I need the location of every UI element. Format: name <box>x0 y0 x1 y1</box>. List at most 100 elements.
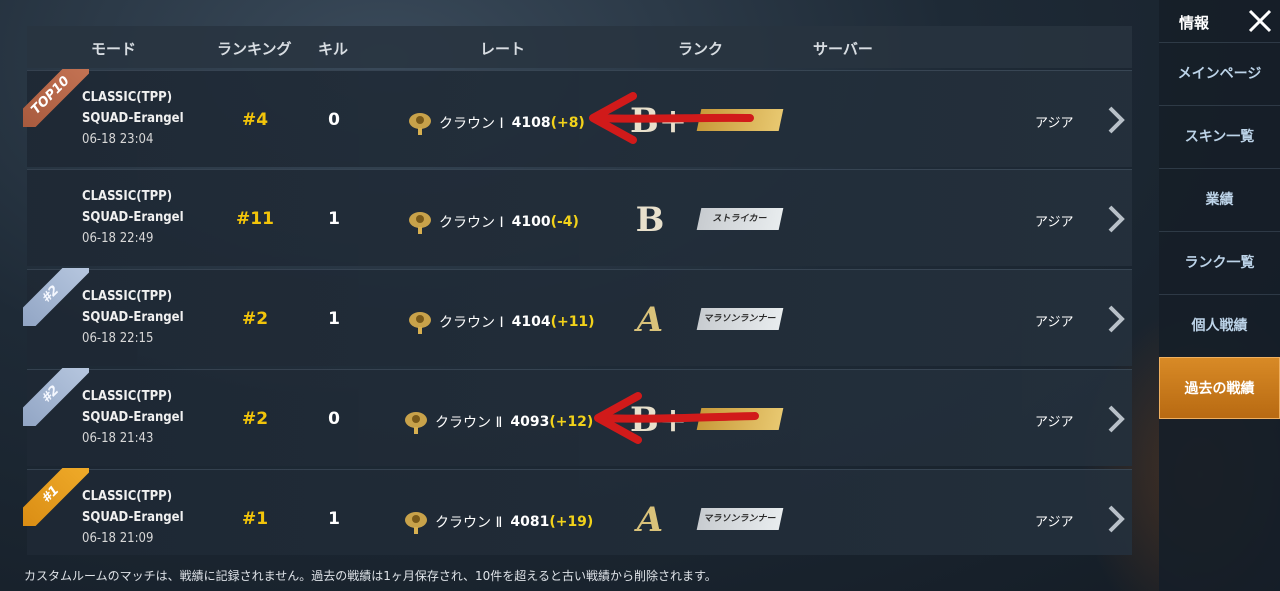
rate-info: クラウン Ⅰ 4104 (+11) <box>405 308 595 336</box>
header-server: サーバー <box>813 40 873 58</box>
rate-delta: (+11) <box>550 314 595 330</box>
match-row[interactable]: #1 CLASSIC(TPP) SQUAD-Erangel 06-18 21:0… <box>23 468 1132 555</box>
server-value: アジア <box>1035 415 1074 430</box>
sidebar-item-personal-stats[interactable]: 個人戦績 <box>1159 294 1280 356</box>
match-row[interactable]: #2 CLASSIC(TPP) SQUAD-Erangel 06-18 21:4… <box>23 368 1132 466</box>
chevron-right-icon[interactable] <box>1105 504 1127 534</box>
sidebar-item-ranks[interactable]: ランク一覧 <box>1159 231 1280 293</box>
match-time: 06-18 22:49 <box>82 231 154 246</box>
header-kills: キル <box>318 40 349 58</box>
sidebar-item-main-page[interactable]: メインページ <box>1159 42 1280 104</box>
mode-info: CLASSIC(TPP) SQUAD-Erangel 06-18 21:43 <box>82 386 184 449</box>
grade-letter: A <box>636 500 664 540</box>
ranking-value: #4 <box>241 110 269 130</box>
rate-info: クラウン Ⅱ 4093 (+12) <box>401 408 593 436</box>
server-value: アジア <box>1035 215 1074 230</box>
placement-badge: #1 <box>23 468 89 526</box>
title-plate: マラソンランナー <box>696 508 784 530</box>
rate-delta: (+12) <box>549 414 594 430</box>
crown-tier-icon <box>405 412 427 434</box>
title-plate <box>696 408 784 430</box>
rate-value: 4093 <box>510 414 550 430</box>
crown-tier-icon <box>409 212 431 234</box>
match-time: 06-18 23:04 <box>82 132 154 147</box>
match-row[interactable]: TOP10 CLASSIC(TPP) SQUAD-Erangel 06-18 2… <box>23 69 1132 167</box>
map-name: SQUAD-Erangel <box>82 410 184 425</box>
mode-name: CLASSIC(TPP) <box>82 90 173 105</box>
mode-info: CLASSIC(TPP) SQUAD-Erangel 06-18 22:15 <box>82 286 184 349</box>
crown-tier-icon <box>405 512 427 534</box>
sidebar-header: 情報 <box>1159 0 1280 42</box>
tier-label: クラウン Ⅱ <box>435 415 503 431</box>
sidebar-title: 情報 <box>1179 14 1210 32</box>
mode-info: CLASSIC(TPP) SQUAD-Erangel 06-18 21:09 <box>82 486 184 549</box>
rate-value: 4108 <box>511 115 551 131</box>
placement-badge: #2 <box>23 268 89 326</box>
mode-name: CLASSIC(TPP) <box>82 189 173 204</box>
header-ranking: ランキング <box>217 40 292 58</box>
map-name: SQUAD-Erangel <box>82 111 184 126</box>
chevron-right-icon[interactable] <box>1105 404 1127 434</box>
server-value: アジア <box>1035 116 1074 131</box>
map-name: SQUAD-Erangel <box>82 510 184 525</box>
rate-info: クラウン Ⅰ 4100 (-4) <box>405 208 579 236</box>
mode-name: CLASSIC(TPP) <box>82 389 173 404</box>
grade-letter: A <box>636 300 664 340</box>
chevron-right-icon[interactable] <box>1105 304 1127 334</box>
ranking-value: #2 <box>241 409 269 429</box>
ranking-value: #1 <box>241 509 269 529</box>
footer-note: カスタムルームのマッチは、戦績に記録されません。過去の戦績は1ヶ月保存され、10… <box>24 569 717 583</box>
grade-letter: B+ <box>630 101 688 141</box>
rate-value: 4104 <box>511 314 551 330</box>
server-value: アジア <box>1035 515 1074 530</box>
server-value: アジア <box>1035 315 1074 330</box>
tier-label: クラウン Ⅰ <box>439 315 504 331</box>
rate-delta: (+8) <box>550 115 585 131</box>
kills-value: 1 <box>328 209 340 229</box>
kills-value: 0 <box>328 110 340 130</box>
header-rank: ランク <box>678 40 724 58</box>
crown-tier-icon <box>409 113 431 135</box>
rate-info: クラウン Ⅰ 4108 (+8) <box>405 109 585 137</box>
rate-info: クラウン Ⅱ 4081 (+19) <box>401 508 593 536</box>
kills-value: 0 <box>328 409 340 429</box>
ranking-value: #11 <box>236 209 274 229</box>
sidebar-item-achievements[interactable]: 業績 <box>1159 168 1280 230</box>
kills-value: 1 <box>328 309 340 329</box>
crown-tier-icon <box>409 312 431 334</box>
title-plate: ストライカー <box>696 208 784 230</box>
mode-info: CLASSIC(TPP) SQUAD-Erangel 06-18 22:49 <box>82 186 184 249</box>
placement-badge: TOP10 <box>23 69 89 127</box>
kills-value: 1 <box>328 509 340 529</box>
placement-badge: #2 <box>23 368 89 426</box>
header-rate: レート <box>480 40 526 58</box>
match-time: 06-18 22:15 <box>82 331 154 346</box>
match-time: 06-18 21:43 <box>82 431 154 446</box>
mode-name: CLASSIC(TPP) <box>82 489 173 504</box>
match-row[interactable]: #2 CLASSIC(TPP) SQUAD-Erangel 06-18 22:1… <box>23 268 1132 366</box>
rate-value: 4100 <box>511 214 551 230</box>
ranking-value: #2 <box>241 309 269 329</box>
chevron-right-icon[interactable] <box>1105 204 1127 234</box>
title-plate <box>696 109 784 131</box>
map-name: SQUAD-Erangel <box>82 210 184 225</box>
mode-info: CLASSIC(TPP) SQUAD-Erangel 06-18 23:04 <box>82 87 184 150</box>
rate-delta: (-4) <box>550 214 579 230</box>
match-time: 06-18 21:09 <box>82 531 154 546</box>
match-row[interactable]: CLASSIC(TPP) SQUAD-Erangel 06-18 22:49 #… <box>27 169 1132 266</box>
map-name: SQUAD-Erangel <box>82 310 184 325</box>
grade-letter: B+ <box>630 400 688 440</box>
table-header: モード ランキング キル レート ランク サーバー <box>27 26 1132 68</box>
mode-name: CLASSIC(TPP) <box>82 289 173 304</box>
sidebar: 情報 メインページ スキン一覧 業績 ランク一覧 個人戦績 過去の戦績 <box>1159 0 1280 591</box>
grade-letter: B <box>635 200 665 240</box>
rate-value: 4081 <box>510 514 550 530</box>
sidebar-item-match-history[interactable]: 過去の戦績 <box>1159 357 1280 419</box>
header-mode: モード <box>91 40 137 58</box>
close-icon[interactable] <box>1245 6 1275 36</box>
tier-label: クラウン Ⅱ <box>435 515 503 531</box>
rate-delta: (+19) <box>549 514 594 530</box>
sidebar-item-skins[interactable]: スキン一覧 <box>1159 105 1280 167</box>
chevron-right-icon[interactable] <box>1105 105 1127 135</box>
tier-label: クラウン Ⅰ <box>439 215 504 231</box>
